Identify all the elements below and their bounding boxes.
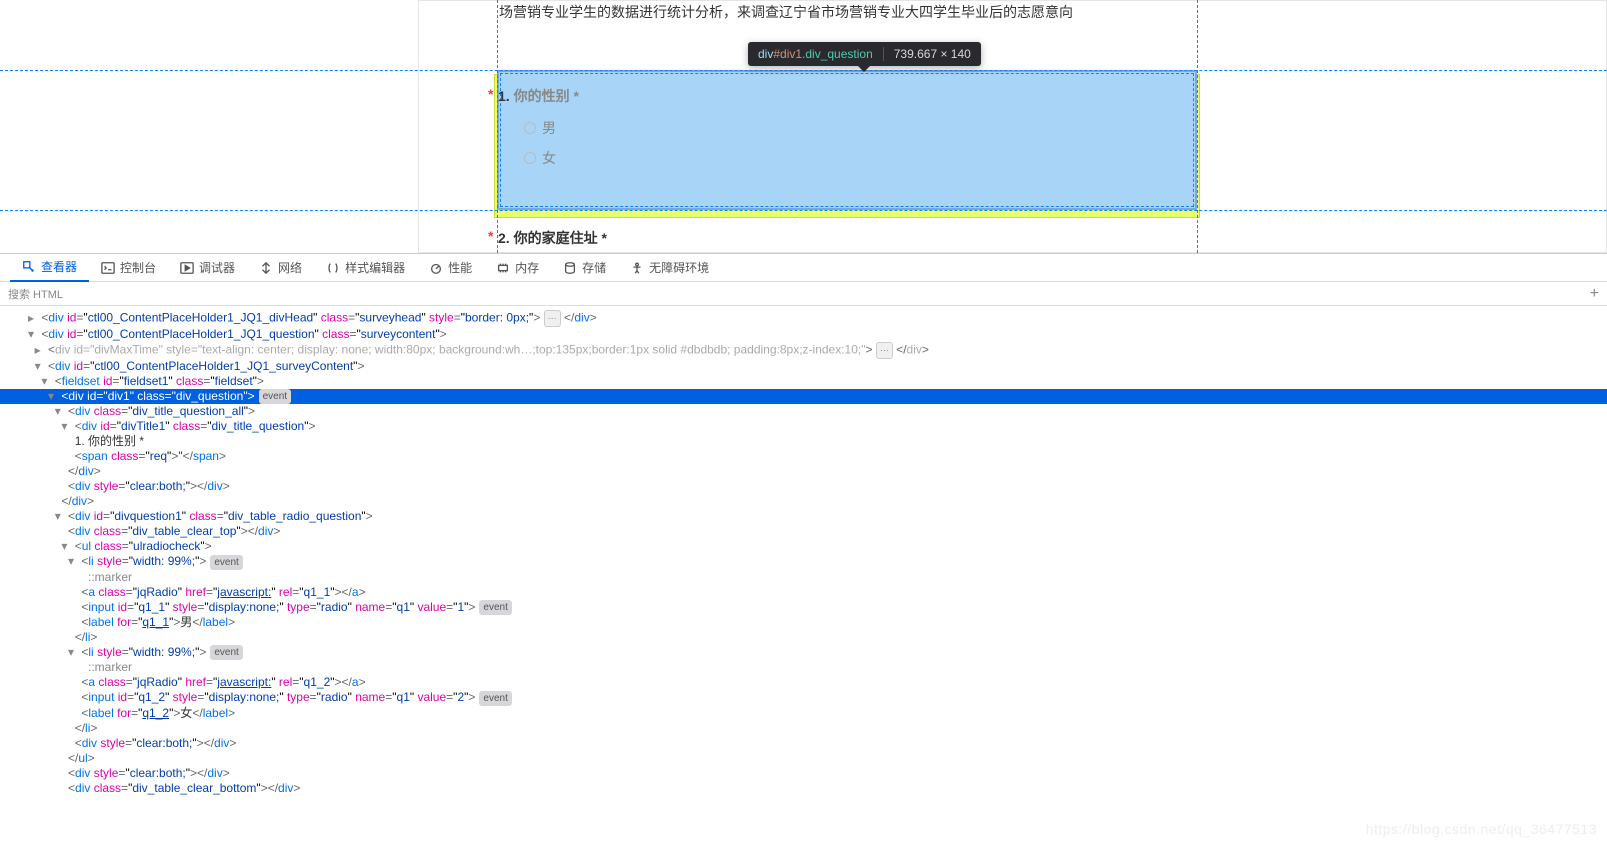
dom-node[interactable]: <div style="clear:both;"></div> [0, 479, 1607, 494]
dom-node[interactable]: <div style="clear:both;"></div> [0, 766, 1607, 781]
tab-style-editor[interactable]: 样式编辑器 [314, 254, 417, 282]
survey-intro-text: 场营销专业学生的数据进行统计分析，来调查辽宁省市场营销专业大四学生毕业后的志愿意… [419, 1, 1606, 35]
dom-node[interactable]: <div class="div_table_clear_bottom"></di… [0, 781, 1607, 796]
dom-tree[interactable]: ▸ <div id="ctl00_ContentPlaceHolder1_JQ1… [0, 306, 1607, 841]
tab-console[interactable]: 控制台 [89, 254, 168, 282]
dom-node[interactable]: ▾ <div id="divquestion1" class="div_tabl… [0, 509, 1607, 524]
style-icon [326, 261, 340, 275]
dom-node[interactable]: <div style="clear:both;"></div> [0, 736, 1607, 751]
dom-node[interactable]: <a class="jqRadio" href="javascript:" re… [0, 675, 1607, 690]
inspector-highlight-content [497, 70, 1197, 210]
debugger-icon [180, 261, 194, 275]
memory-icon [496, 261, 510, 275]
add-button[interactable]: + [1590, 285, 1599, 303]
tab-performance[interactable]: 性能 [417, 254, 484, 282]
dom-node[interactable]: </div> [0, 464, 1607, 479]
dom-node[interactable]: <a class="jqRadio" href="javascript:" re… [0, 585, 1607, 600]
radio-option-female[interactable]: 女 [524, 148, 556, 168]
inspector-guide-top [0, 70, 1607, 71]
inspector-guide-bottom [0, 210, 1607, 211]
watermark: https://blog.csdn.net/qq_36477513 [1366, 821, 1597, 837]
inspector-guide-left [497, 0, 498, 253]
tab-network[interactable]: 网络 [247, 254, 314, 282]
accessibility-icon [630, 261, 644, 275]
dom-node[interactable]: ▾ <li style="width: 99%;">event [0, 645, 1607, 660]
dom-node[interactable]: <input id="q1_1" style="display:none;" t… [0, 600, 1607, 615]
dom-node[interactable]: ▾ <div class="div_title_question_all"> [0, 404, 1607, 419]
dom-node[interactable]: <div class="div_table_clear_top"></div> [0, 524, 1607, 539]
dom-node[interactable]: 1. 你的性别 * [0, 434, 1607, 449]
radio-label: 男 [542, 118, 556, 138]
dom-node[interactable]: ▾ <li style="width: 99%;">event [0, 554, 1607, 569]
performance-icon [429, 261, 443, 275]
inspector-icon [22, 260, 36, 274]
dom-node[interactable]: ::marker [0, 660, 1607, 675]
radio-icon [524, 122, 536, 134]
tab-accessibility[interactable]: 无障碍环境 [618, 254, 721, 282]
dom-node[interactable]: ▾ <div id="divTitle1" class="div_title_q… [0, 419, 1607, 434]
tab-storage[interactable]: 存储 [551, 254, 618, 282]
dom-node[interactable]: ▾ <div id="div1" class="div_question">ev… [0, 389, 1607, 404]
dom-node[interactable]: ▾ <div id="ctl00_ContentPlaceHolder1_JQ1… [0, 327, 1607, 342]
network-icon [259, 261, 273, 275]
dom-node[interactable]: </ul> [0, 751, 1607, 766]
tab-memory[interactable]: 内存 [484, 254, 551, 282]
dom-node[interactable]: <label for="q1_2">女</label> [0, 706, 1607, 721]
dom-node[interactable]: ::marker [0, 570, 1607, 585]
devtools-panel: 查看器 控制台 调试器 网络 样式编辑器 性能 内存 存储 无障碍环境 搜索 H… [0, 253, 1607, 841]
tab-inspector[interactable]: 查看器 [10, 254, 89, 282]
question-2-title: 2. 你的家庭住址 * [498, 228, 607, 248]
storage-icon [563, 261, 577, 275]
required-star: * [488, 228, 495, 244]
devtools-tabs: 查看器 控制台 调试器 网络 样式编辑器 性能 内存 存储 无障碍环境 [0, 254, 1607, 282]
required-star: * [488, 86, 495, 102]
dom-node[interactable]: </li> [0, 721, 1607, 736]
dom-node[interactable]: ▾ <fieldset id="fieldset1" class="fields… [0, 374, 1607, 389]
dom-node[interactable]: </div> [0, 494, 1607, 509]
tab-debugger[interactable]: 调试器 [168, 254, 247, 282]
devtools-search-bar[interactable]: 搜索 HTML + [0, 282, 1607, 306]
dom-node[interactable]: <span class="req">"</span> [0, 449, 1607, 464]
search-placeholder: 搜索 HTML [8, 286, 63, 302]
dom-node[interactable]: ▸ <div id="ctl00_ContentPlaceHolder1_JQ1… [0, 310, 1607, 327]
question-1-title: 1. 你的性别 * [498, 86, 579, 106]
console-icon [101, 261, 115, 275]
dom-node[interactable]: <input id="q1_2" style="display:none;" t… [0, 690, 1607, 705]
inspector-guide-right [1197, 0, 1198, 253]
dom-node[interactable]: ▾ <div id="ctl00_ContentPlaceHolder1_JQ1… [0, 359, 1607, 374]
dom-node[interactable]: <label for="q1_1">男</label> [0, 615, 1607, 630]
dom-node[interactable]: </li> [0, 630, 1607, 645]
dom-node[interactable]: ▸ <div id="divMaxTime" style="text-align… [0, 342, 1607, 359]
radio-icon [524, 152, 536, 164]
inspector-tooltip: div#div1.div_question 739.667 × 140 [748, 42, 981, 66]
radio-option-male[interactable]: 男 [524, 118, 556, 138]
radio-label: 女 [542, 148, 556, 168]
page-viewport: 场营销专业学生的数据进行统计分析，来调查辽宁省市场营销专业大四学生毕业后的志愿意… [0, 0, 1607, 253]
dom-node[interactable]: ▾ <ul class="ulradiocheck"> [0, 539, 1607, 554]
